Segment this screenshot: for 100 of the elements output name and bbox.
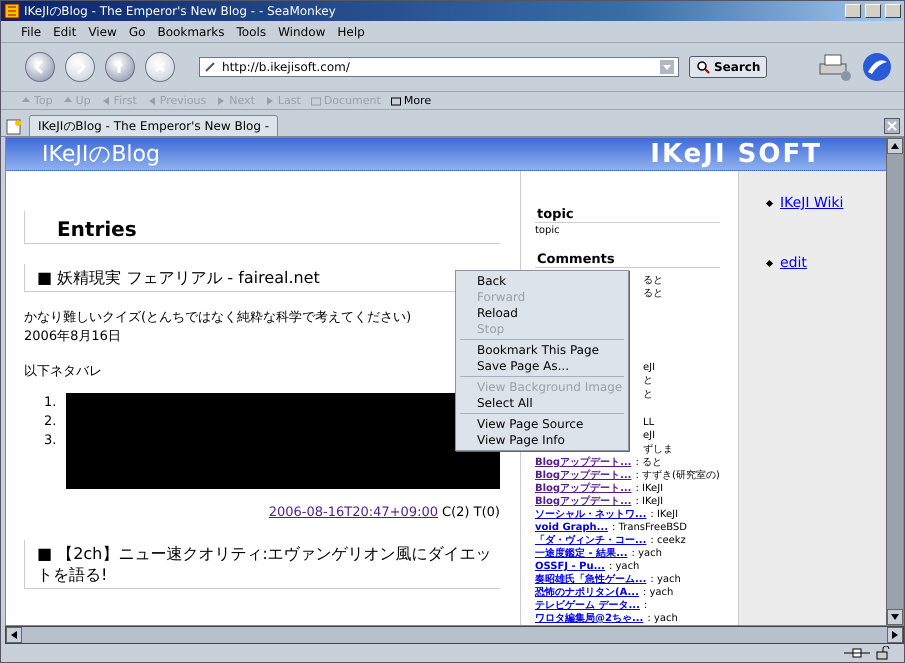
comment-link[interactable]: OSSFJ - Pu... (535, 560, 605, 573)
seamonkey-logo-icon[interactable] (862, 52, 892, 82)
reload-button[interactable] (105, 52, 135, 82)
comment-author: : ceekz (650, 534, 686, 547)
menu-item[interactable]: Bookmarks (157, 24, 225, 38)
menu-item[interactable]: File (21, 24, 42, 38)
comment-author: eJI (643, 429, 656, 443)
comment-link[interactable]: Blogアップデート... (535, 456, 632, 469)
entry-text: 以下ネタバレ (24, 363, 102, 381)
comment-link[interactable]: Blogアップデート... (535, 482, 632, 495)
comment-author: : ると (635, 456, 662, 469)
context-menu-item[interactable]: View Page Info (456, 432, 628, 448)
search-icon (696, 60, 710, 74)
entry-counts: C(2) T(0) (442, 505, 500, 520)
minimize-button[interactable] (845, 4, 861, 18)
app-icon (4, 3, 20, 19)
topic-text: topic (535, 225, 560, 236)
context-menu-item[interactable]: Reload (456, 305, 628, 321)
comment-link[interactable]: void Graph... (535, 520, 608, 534)
entry-text: かなり難しいクイズ(とんちではなく純粋な科学で考えてください) (24, 309, 412, 327)
back-button[interactable] (25, 52, 55, 82)
comment-author: と (643, 388, 653, 402)
entry-date: 2006年8月16日 (24, 328, 121, 346)
comment-link[interactable]: ワロタ編集局@2ちゃ... (535, 612, 644, 625)
browser-tab[interactable]: IKeJIのBlog - The Emperor's New Blog - (29, 115, 278, 136)
comment-author: ずしま (643, 442, 673, 456)
comment-author: ると (643, 287, 663, 301)
comment-author: と (643, 374, 653, 388)
menu-item[interactable]: Window (278, 24, 326, 38)
vertical-scrollbar[interactable] (886, 138, 903, 625)
comment-author: : yach (642, 586, 674, 599)
maximize-button[interactable] (865, 4, 881, 18)
sidebar-heading: topic (535, 207, 720, 223)
left-arrow-icon (100, 96, 111, 106)
permalink[interactable]: 2006-08-16T20:47+09:00 (268, 505, 438, 520)
menu-item[interactable]: Tools (236, 24, 266, 38)
folder-icon (310, 96, 321, 106)
comment-link[interactable]: ソーシャル・ネットワ... (535, 508, 646, 521)
comment-author: : TransFreeBSD (612, 520, 687, 534)
new-tab-icon[interactable] (5, 118, 23, 136)
comment-author: : IKeJI (650, 508, 678, 521)
list-number: 3. (44, 432, 58, 450)
comment-link[interactable]: テレビゲーム データ... (535, 598, 640, 612)
menu-item[interactable]: Go (128, 24, 146, 38)
comment-author: : yach (650, 572, 681, 586)
comment-author: : yach (632, 546, 662, 560)
comment-author: : yach (647, 612, 678, 625)
window-title: IKeJIのBlog - The Emperor's New Blog - - SeaMonkey (24, 2, 337, 20)
folder-icon (390, 96, 401, 106)
toolbar-link[interactable]: More (390, 94, 432, 107)
comment-author: : すずき(研究室の) (635, 468, 720, 482)
comment-author: : IKeJI (635, 494, 664, 508)
down-arrow-icon[interactable] (891, 614, 899, 620)
connection-icon (844, 647, 870, 659)
context-menu-item[interactable]: Back (456, 273, 628, 289)
comment-author: : (644, 598, 648, 612)
comment-author: : yach (608, 560, 640, 573)
page-icon (204, 61, 216, 73)
comment-link[interactable]: Blogアップデート... (535, 494, 632, 508)
site-logo: IKeJI SOFT (650, 139, 822, 169)
comment-link[interactable]: 「ダ・ヴィンチ・コー... (535, 534, 646, 547)
up-arrow-icon[interactable] (891, 143, 899, 149)
left-arrow-icon[interactable] (11, 631, 17, 639)
menu-item[interactable]: Help (337, 24, 365, 38)
site-title: IKeJIのBlog (42, 141, 160, 169)
bullet-icon (766, 259, 774, 267)
context-menu-item[interactable]: View Page Source (456, 416, 628, 432)
entry-title: ■ 【2ch】ニュー速クオリティ:エヴァンゲリオン風にダイエットを語る! (24, 540, 500, 589)
printer-icon[interactable] (818, 52, 852, 82)
context-menu-item[interactable]: Save Page As... (456, 358, 628, 374)
menu-item[interactable]: View (88, 24, 117, 38)
right-arrow-icon[interactable] (892, 631, 898, 639)
list-number: 2. (44, 413, 58, 431)
comment-link[interactable]: 恐怖のナポリタン(A... (535, 586, 639, 599)
section-heading: Entries (24, 211, 500, 244)
comment-author: LL (643, 416, 654, 430)
left-arrow-icon (146, 96, 157, 106)
url-field[interactable]: http://b.ikejisoft.com/ (199, 57, 679, 77)
comment-author: : IKeJI (635, 482, 664, 495)
lock-icon (876, 646, 890, 660)
x-icon (154, 59, 166, 75)
bullet-icon (766, 199, 774, 207)
list-number: 1. (44, 394, 58, 412)
comment-link[interactable]: 一途度鑑定 - 結果... (535, 546, 628, 560)
sidebar-link[interactable]: edit (780, 255, 807, 271)
context-menu-item[interactable]: Bookmark This Page (456, 342, 628, 358)
sidebar-link[interactable]: IKeJI Wiki (780, 195, 844, 211)
context-menu-item[interactable]: Select All (456, 395, 628, 411)
comment-link[interactable]: Blogアップデート... (535, 468, 632, 482)
close-tab-icon[interactable] (884, 118, 900, 134)
comment-link[interactable]: 奏昭雄氏「急性ゲーム... (535, 572, 646, 586)
comment-author: eJI (643, 361, 656, 374)
horizontal-scrollbar[interactable] (5, 626, 904, 644)
comment-author: ると (643, 274, 663, 288)
search-button[interactable]: Search (689, 56, 768, 78)
close-button[interactable] (885, 4, 901, 18)
menu-item[interactable]: Edit (53, 24, 76, 38)
up-arrow-icon (114, 59, 126, 75)
right-arrow-icon (264, 96, 275, 106)
right-arrow-icon (216, 96, 226, 106)
